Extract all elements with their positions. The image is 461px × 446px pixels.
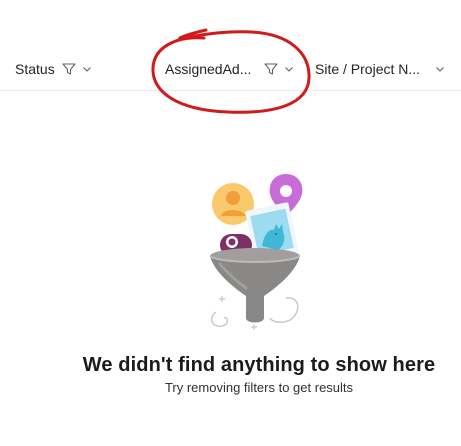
list-view: Status AssignedAd... Site / Project N...	[0, 0, 461, 446]
swirl-left	[211, 311, 229, 327]
funnel-filter-illustration	[209, 174, 303, 330]
empty-state-title: We didn't find anything to show here	[82, 354, 436, 376]
chevron-down-icon	[81, 63, 93, 75]
funnel-icon	[209, 248, 301, 323]
empty-state-subtitle: Try removing filters to get results	[164, 380, 354, 395]
filter-icon	[263, 61, 279, 77]
column-header-label: Site / Project N...	[315, 61, 421, 77]
column-header-status[interactable]: Status	[15, 48, 93, 90]
chevron-down-icon	[434, 63, 446, 75]
chevron-down-icon	[283, 63, 295, 75]
swirl-right	[269, 297, 299, 323]
column-header-row: Status AssignedAd... Site / Project N...	[0, 48, 461, 91]
filter-icon	[61, 61, 77, 77]
column-header-label: AssignedAd...	[165, 61, 252, 77]
column-header-label: Status	[15, 61, 55, 77]
column-header-site-project[interactable]: Site / Project N...	[315, 48, 446, 90]
column-header-assignedad[interactable]: AssignedAd...	[165, 48, 295, 90]
